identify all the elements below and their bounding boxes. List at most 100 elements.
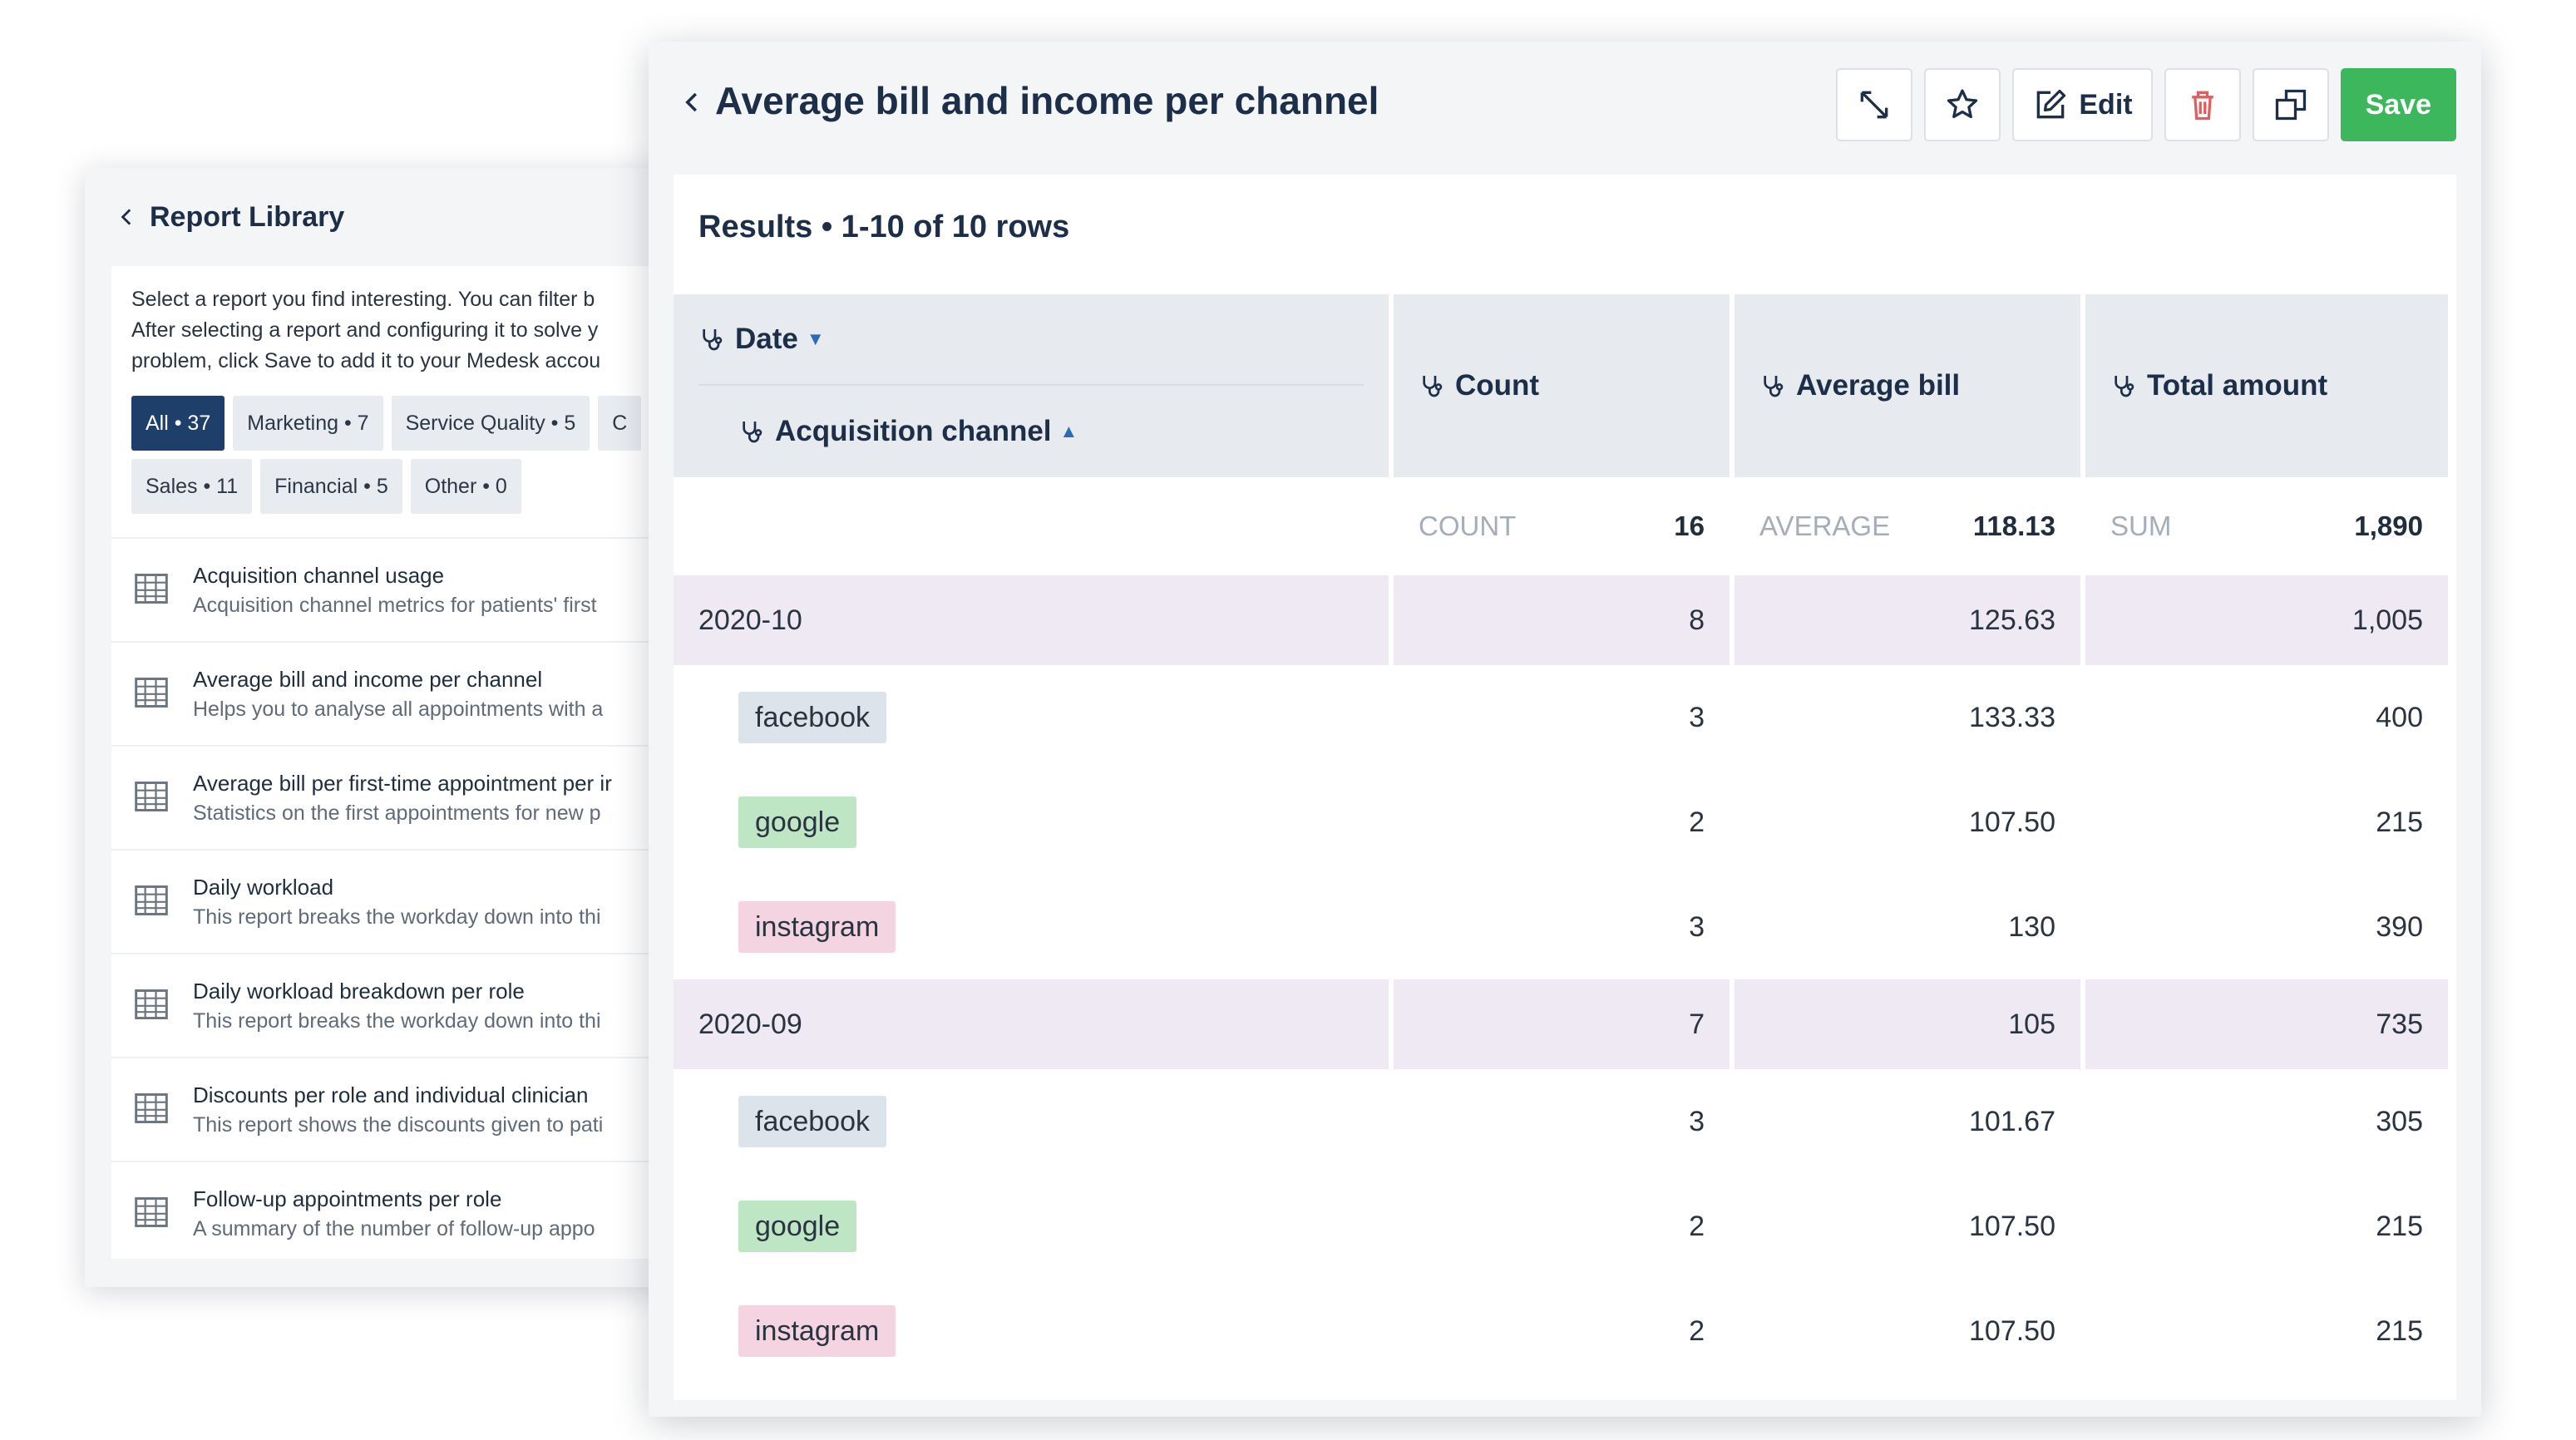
table-icon <box>135 782 168 811</box>
table-row[interactable]: google 2 107.50 215 <box>674 770 2456 875</box>
chip-marketing[interactable]: Marketing • 7 <box>233 396 383 451</box>
table-row[interactable]: instagram 3 130 390 <box>674 875 2456 979</box>
category-filter: All • 37 Marketing • 7 Service Quality •… <box>131 396 717 522</box>
list-item-title: Daily workload <box>193 875 334 900</box>
chevron-left-icon[interactable] <box>116 206 138 228</box>
table-row[interactable]: facebook 3 101.67 305 <box>674 1069 2456 1174</box>
cell-count: 3 <box>1689 1105 1705 1137</box>
list-item[interactable]: Follow-up appointments per role A summary… <box>111 1161 717 1265</box>
summary-sum-value: 1,890 <box>2354 510 2423 541</box>
caret-down-icon[interactable]: ▼ <box>807 328 825 350</box>
list-item[interactable]: Daily workload This report breaks the wor… <box>111 849 717 953</box>
results-card: Results • 1-10 of 10 rows Date ▼ Acquisi… <box>674 175 2456 1400</box>
report-list: Acquisition channel usage Acquisition cha… <box>111 537 717 1265</box>
summary-count-label: COUNT <box>1419 510 1517 541</box>
cell-avg: 107.50 <box>1969 806 2055 838</box>
edit-button[interactable]: Edit <box>2012 68 2153 141</box>
summary-sum-label: SUM <box>2110 510 2172 541</box>
cell-channel: facebook <box>674 665 1389 770</box>
cell-channel: instagram <box>674 875 1389 979</box>
column-date-label: Date <box>735 323 798 355</box>
list-item[interactable]: Average bill and income per channel Helps… <box>111 641 717 745</box>
library-body: Select a report you find interesting. Yo… <box>111 266 717 1259</box>
cell-total: 305 <box>2376 1105 2423 1137</box>
cell-total: 735 <box>2085 979 2448 1069</box>
chip-other[interactable]: Other • 0 <box>410 459 521 514</box>
column-avg-label: Average bill <box>1796 369 1961 402</box>
column-acquisition-channel[interactable]: Acquisition channel ▲ <box>738 386 1078 477</box>
header-date-cell: Date ▼ Acquisition channel ▲ <box>674 294 1389 477</box>
table-row[interactable]: facebook 3 133.33 400 <box>674 665 2456 770</box>
favorite-button[interactable] <box>1924 68 2001 141</box>
column-total-label: Total amount <box>2147 369 2328 402</box>
duplicate-button[interactable] <box>2252 68 2329 141</box>
cell-total: 1,005 <box>2085 575 2448 665</box>
table-icon <box>135 1197 168 1227</box>
library-description-line: problem, click Save to add it to your Me… <box>131 349 601 372</box>
table-row[interactable]: google 2 107.50 215 <box>674 1174 2456 1279</box>
star-icon <box>1947 89 1978 119</box>
report-toolbar: Edit Save <box>1836 68 2456 141</box>
cell-avg: 130 <box>2008 910 2055 943</box>
cell-count: 2 <box>1689 1314 1705 1347</box>
cell-count: 3 <box>1689 910 1705 943</box>
expand-icon <box>1861 91 1888 119</box>
table-row-group[interactable]: 2020-10 8 125.63 1,005 <box>674 575 2456 665</box>
chip-all[interactable]: All • 37 <box>131 396 225 451</box>
results-table: Date ▼ Acquisition channel ▲ Count Avera <box>674 294 2456 1383</box>
edit-icon <box>2037 89 2066 119</box>
cell-count: 3 <box>1689 701 1705 733</box>
column-count[interactable]: Count <box>1394 294 1730 477</box>
cell-avg: 133.33 <box>1969 701 2055 733</box>
chip-truncated[interactable]: C <box>598 396 642 451</box>
cell-channel: facebook <box>674 1069 1389 1174</box>
stethoscope-icon <box>1764 376 1784 397</box>
delete-button[interactable] <box>2164 68 2241 141</box>
trash-icon <box>2191 91 2213 121</box>
cell-count: 7 <box>1394 979 1730 1069</box>
list-item-title: Acquisition channel usage <box>193 563 445 588</box>
list-item-desc: This report breaks the workday down into… <box>193 1009 601 1033</box>
cell-channel: google <box>674 770 1389 875</box>
channel-tag-instagram: instagram <box>738 1305 896 1357</box>
save-button[interactable]: Save <box>2340 68 2456 141</box>
list-item[interactable]: Average bill per first-time appointment … <box>111 745 717 849</box>
cell-avg: 101.67 <box>1969 1105 2055 1137</box>
column-date[interactable]: Date ▼ <box>698 294 1364 386</box>
summary-count: COUNT 16 <box>1394 477 1730 575</box>
stethoscope-icon <box>1423 376 1443 397</box>
cell-total: 215 <box>2376 1314 2423 1347</box>
list-item[interactable]: Acquisition channel usage Acquisition cha… <box>111 537 717 641</box>
cell-avg: 107.50 <box>1969 1314 2055 1347</box>
table-row[interactable]: instagram 2 107.50 215 <box>674 1279 2456 1383</box>
column-average-bill[interactable]: Average bill <box>1735 294 2080 477</box>
edit-button-label: Edit <box>2079 88 2133 121</box>
cell-date: 2020-10 <box>674 575 1389 665</box>
list-item[interactable]: Discounts per role and individual clinic… <box>111 1057 717 1161</box>
stethoscope-icon <box>2115 376 2134 397</box>
summary-avg-label: AVERAGE <box>1759 510 1891 541</box>
chip-financial[interactable]: Financial • 5 <box>260 459 402 514</box>
cell-avg: 107.50 <box>1969 1210 2055 1242</box>
cell-total: 400 <box>2376 701 2423 733</box>
cell-count: 8 <box>1394 575 1730 665</box>
chip-sales[interactable]: Sales • 11 <box>131 459 253 514</box>
library-header: Report Library <box>85 168 717 266</box>
cell-channel: instagram <box>674 1279 1389 1383</box>
report-panel: Average bill and income per channel Edit… <box>649 42 2481 1417</box>
caret-up-icon[interactable]: ▲ <box>1060 421 1078 442</box>
column-count-label: Count <box>1455 369 1540 402</box>
list-item-title: Discounts per role and individual clinic… <box>193 1082 589 1107</box>
column-total-amount[interactable]: Total amount <box>2085 294 2448 477</box>
chip-service-quality[interactable]: Service Quality • 5 <box>391 396 590 451</box>
table-icon <box>135 1093 168 1123</box>
list-item[interactable]: Daily workload breakdown per role This re… <box>111 953 717 1057</box>
expand-button[interactable] <box>1836 68 1913 141</box>
cell-avg: 105 <box>1735 979 2080 1069</box>
chevron-left-icon[interactable] <box>680 90 705 115</box>
channel-tag-instagram: instagram <box>738 901 896 953</box>
table-row-group[interactable]: 2020-09 7 105 735 <box>674 979 2456 1069</box>
summary-sum: SUM 1,890 <box>2085 477 2448 575</box>
list-item-desc: A summary of the number of follow-up app… <box>193 1217 595 1240</box>
cell-date: 2020-09 <box>674 979 1389 1069</box>
